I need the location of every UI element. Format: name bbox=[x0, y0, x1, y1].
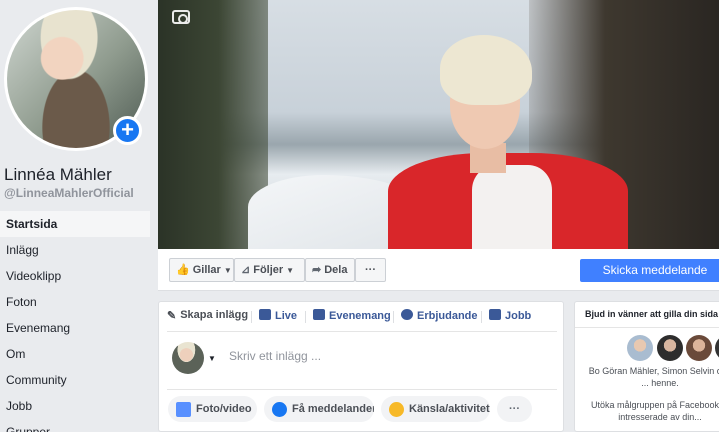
tab-divider bbox=[251, 311, 252, 323]
nav-item-community[interactable]: Community bbox=[0, 367, 150, 393]
invite-title: Bjud in vänner att gilla din sida bbox=[585, 309, 719, 319]
briefcase-icon bbox=[489, 309, 501, 320]
add-profile-photo-icon[interactable]: + bbox=[113, 116, 142, 145]
pencil-icon: ✎ bbox=[167, 310, 177, 322]
photo-icon bbox=[176, 402, 191, 417]
tab-events[interactable]: Evenemang bbox=[313, 309, 391, 322]
friend-avatar[interactable] bbox=[657, 335, 683, 361]
smiley-icon bbox=[389, 402, 404, 417]
like-label: Gillar bbox=[192, 264, 221, 276]
nav-item-posts[interactable]: Inlägg bbox=[0, 237, 150, 263]
feeling-activity-label: Känsla/aktivitet bbox=[409, 403, 490, 415]
nav-item-jobs[interactable]: Jobb bbox=[0, 393, 150, 419]
tab-live-label: Live bbox=[275, 310, 298, 322]
post-composer: ✎ Skapa inlägg Live Evenemang Erbjudande … bbox=[158, 301, 564, 432]
percent-icon bbox=[401, 309, 413, 320]
messenger-icon bbox=[272, 402, 287, 417]
cover-photo[interactable] bbox=[158, 0, 719, 249]
send-message-button[interactable]: Skicka meddelande bbox=[580, 259, 719, 282]
tab-divider bbox=[393, 311, 394, 323]
composer-tabs: ✎ Skapa inlägg Live Evenemang Erbjudande … bbox=[167, 302, 557, 332]
action-bar: 👍 Gillar ▼ ⊿ Följer ▼ ➦ Dela ··· Skicka medde… bbox=[158, 249, 719, 291]
photo-video-label: Foto/video bbox=[196, 403, 252, 415]
rss-icon: ⊿ bbox=[241, 264, 251, 276]
tab-jobs-label: Jobb bbox=[505, 310, 532, 322]
nav-item-about[interactable]: Om bbox=[0, 341, 150, 367]
invite-friend-names: Bo Göran Mähler, Simon Selvin och ... he… bbox=[588, 366, 719, 388]
page-handle[interactable]: @LinneaMahlerOfficial bbox=[4, 186, 134, 200]
nav-item-home[interactable]: Startsida bbox=[0, 211, 150, 237]
chevron-down-icon[interactable]: ▼ bbox=[208, 354, 216, 363]
left-column: + Linnéa Mähler @LinneaMahlerOfficial St… bbox=[0, 0, 158, 432]
share-button[interactable]: ➦ Dela bbox=[305, 258, 355, 282]
tab-offer-label: Erbjudande bbox=[417, 310, 478, 322]
tab-events-label: Evenemang bbox=[329, 310, 391, 322]
video-camera-icon bbox=[259, 309, 271, 320]
follow-label: Följer bbox=[253, 264, 284, 276]
tab-jobs[interactable]: Jobb bbox=[489, 309, 531, 322]
invite-promo-text: Utöka målgruppen på Facebook ... intress… bbox=[590, 400, 719, 422]
share-label: Dela bbox=[324, 264, 348, 276]
tab-divider bbox=[481, 311, 482, 323]
page-nav: Startsida Inlägg Videoklipp Foton Evenem… bbox=[0, 211, 150, 432]
like-button[interactable]: 👍 Gillar ▼ bbox=[169, 258, 234, 282]
post-input[interactable]: Skriv ett inlägg ... bbox=[229, 349, 321, 363]
photo-video-button[interactable]: Foto/video bbox=[168, 396, 257, 422]
friend-avatar[interactable] bbox=[715, 335, 719, 361]
feeling-activity-button[interactable]: Känsla/aktivitet bbox=[381, 396, 490, 422]
nav-item-photos[interactable]: Foton bbox=[0, 289, 150, 315]
calendar-icon bbox=[313, 309, 325, 320]
get-messages-button[interactable]: Få meddelanden bbox=[264, 396, 374, 422]
tab-divider bbox=[305, 311, 306, 323]
more-options-button[interactable]: ··· bbox=[497, 396, 532, 422]
friend-avatar[interactable] bbox=[627, 335, 653, 361]
tab-live[interactable]: Live bbox=[259, 309, 297, 322]
thumbs-up-icon: 👍 bbox=[176, 264, 190, 276]
composer-avatar[interactable] bbox=[172, 342, 204, 374]
camera-icon[interactable] bbox=[172, 10, 190, 24]
get-messages-label: Få meddelanden bbox=[292, 403, 374, 415]
more-options-button[interactable]: ··· bbox=[355, 258, 386, 282]
nav-item-groups[interactable]: Grupper bbox=[0, 419, 150, 432]
invite-divider bbox=[575, 327, 719, 328]
chevron-down-icon: ▼ bbox=[286, 266, 295, 275]
composer-divider bbox=[167, 389, 557, 390]
friend-avatar[interactable] bbox=[686, 335, 712, 361]
chevron-down-icon: ▼ bbox=[223, 266, 232, 275]
invite-friends-box: Bjud in vänner att gilla din sida Bo Gör… bbox=[574, 301, 719, 432]
nav-item-videos[interactable]: Videoklipp bbox=[0, 263, 150, 289]
tab-create-label: Skapa inlägg bbox=[180, 309, 249, 321]
tab-offer[interactable]: Erbjudande bbox=[401, 309, 478, 322]
cover-person bbox=[388, 35, 628, 249]
page-name[interactable]: Linnéa Mähler bbox=[4, 165, 112, 185]
follow-button[interactable]: ⊿ Följer ▼ bbox=[234, 258, 305, 282]
tab-create-post[interactable]: ✎ Skapa inlägg bbox=[167, 309, 249, 322]
share-arrow-icon: ➦ bbox=[312, 264, 322, 276]
nav-item-events[interactable]: Evenemang bbox=[0, 315, 150, 341]
